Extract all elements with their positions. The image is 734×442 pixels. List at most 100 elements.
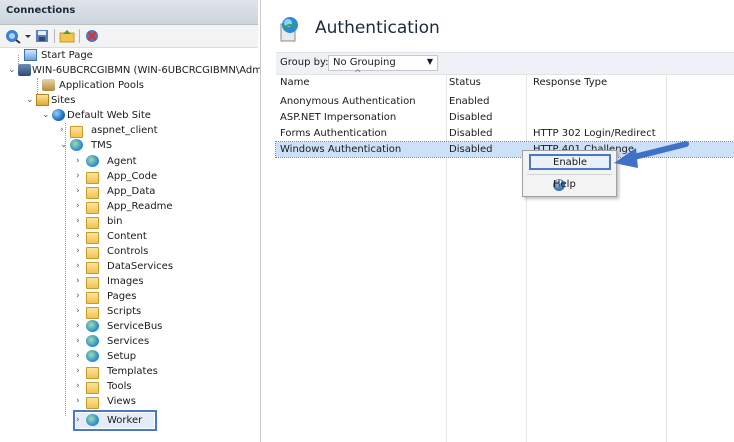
- menu-item-enable[interactable]: Enable: [529, 154, 611, 170]
- tree-item-label: DataServices: [107, 261, 174, 272]
- tree-item-label: Scripts: [107, 306, 142, 317]
- folder-icon: [70, 126, 83, 138]
- application-icon: [86, 320, 99, 332]
- connections-header: Connections: [0, 0, 258, 25]
- tree-item-worker[interactable]: › Worker: [73, 410, 157, 431]
- chevron-right-icon[interactable]: ›: [76, 244, 84, 259]
- chevron-right-icon[interactable]: ›: [76, 413, 84, 428]
- connections-title: Connections: [6, 5, 76, 16]
- folder-icon: [86, 292, 99, 304]
- tree-item-label: App_Data: [107, 186, 156, 197]
- chevron-right-icon[interactable]: ›: [76, 394, 84, 409]
- chevron-right-icon[interactable]: ›: [76, 169, 84, 184]
- row-name: Forms Authentication: [280, 128, 387, 139]
- connect-icon[interactable]: [5, 28, 21, 44]
- chevron-right-icon[interactable]: ›: [76, 184, 84, 199]
- up-folder-icon[interactable]: [59, 28, 75, 44]
- chevron-right-icon[interactable]: ›: [76, 379, 84, 394]
- row-status: Disabled: [449, 112, 493, 123]
- application-icon: [86, 350, 99, 362]
- group-by-label: Group by:: [280, 57, 329, 68]
- tree-item-label: App_Readme: [107, 201, 173, 212]
- tree-item-label: Start Page: [41, 50, 93, 61]
- chevron-right-icon[interactable]: ›: [76, 334, 84, 349]
- tree-item-label: Tools: [107, 381, 132, 392]
- authentication-icon: [277, 16, 301, 42]
- chevron-right-icon[interactable]: ›: [76, 364, 84, 379]
- menu-item-label: Enable: [553, 157, 588, 168]
- column-header-status[interactable]: Status: [449, 77, 481, 88]
- application-icon: [70, 139, 83, 151]
- chevron-down-icon[interactable]: ⌄: [8, 63, 16, 78]
- connect-dropdown-icon[interactable]: [24, 28, 32, 44]
- folder-icon: [86, 187, 99, 199]
- tree-item-label: Views: [107, 396, 136, 407]
- dropdown-arrow-icon: ▼: [426, 57, 433, 66]
- tree-item-label: Pages: [107, 291, 137, 302]
- toolbar-separator: [79, 29, 80, 43]
- tree-item-label: Sites: [51, 95, 76, 106]
- table-row[interactable]: Anonymous Authentication Enabled: [276, 94, 734, 109]
- row-status: Disabled: [449, 144, 493, 155]
- chevron-down-icon[interactable]: ⌄: [42, 108, 50, 123]
- chevron-down-icon[interactable]: ⌄: [60, 138, 68, 153]
- tree-item-label: aspnet_client: [91, 125, 158, 136]
- group-by-select[interactable]: No Grouping ▼: [328, 55, 438, 71]
- tree-item-label: Images: [107, 276, 144, 287]
- save-icon[interactable]: [34, 28, 50, 44]
- tree-item-label: bin: [107, 216, 123, 227]
- row-status: Enabled: [449, 96, 490, 107]
- folder-icon: [86, 382, 99, 394]
- folder-icon: [86, 277, 99, 289]
- tree-item-label: Default Web Site: [67, 110, 151, 121]
- folder-icon: [86, 232, 99, 244]
- column-header-name[interactable]: Name: [280, 77, 310, 88]
- server-icon: [18, 64, 31, 76]
- chevron-right-icon[interactable]: ›: [60, 123, 68, 138]
- feature-pane: Authentication Group by: No Grouping ▼ ^…: [263, 0, 734, 442]
- chevron-right-icon[interactable]: ›: [76, 304, 84, 319]
- sort-indicator-icon: ^: [354, 69, 362, 79]
- start-page-icon: [24, 49, 37, 61]
- chevron-right-icon[interactable]: ›: [76, 199, 84, 214]
- tree-item-label: Agent: [107, 156, 137, 167]
- chevron-right-icon[interactable]: ›: [76, 349, 84, 364]
- tree-item-label: WIN-6UBCRCGIBMN (WIN-6UBCRCGIBMN\Adm: [32, 65, 261, 76]
- authentication-grid: ^ Name Status Response Type Anonymous Au…: [275, 69, 734, 442]
- tree-item-label: Controls: [107, 246, 149, 257]
- tree-item-label: Content: [107, 231, 147, 242]
- group-by-value: No Grouping: [333, 57, 396, 68]
- menu-item-help[interactable]: ? Help: [525, 178, 613, 193]
- table-row[interactable]: ASP.NET Impersonation Disabled: [276, 110, 734, 125]
- app-pools-icon: [42, 79, 55, 91]
- folder-icon: [86, 307, 99, 319]
- chevron-right-icon[interactable]: ›: [76, 229, 84, 244]
- connections-tree: Start Page ⌄ WIN-6UBCRCGIBMN (WIN-6UBCRC…: [0, 48, 261, 442]
- tree-item-label: Templates: [107, 366, 158, 377]
- disconnect-icon[interactable]: [84, 28, 100, 44]
- folder-icon: [86, 202, 99, 214]
- chevron-right-icon[interactable]: ›: [76, 274, 84, 289]
- group-by-bar: Group by: No Grouping ▼: [276, 52, 734, 75]
- connections-toolbar: [0, 25, 258, 48]
- folder-icon: [86, 217, 99, 229]
- row-status: Disabled: [449, 128, 493, 139]
- folder-icon: [86, 367, 99, 379]
- tree-line: [65, 123, 66, 416]
- chevron-right-icon[interactable]: ›: [76, 289, 84, 304]
- globe-icon: [52, 109, 65, 121]
- chevron-right-icon[interactable]: ›: [76, 259, 84, 274]
- chevron-right-icon[interactable]: ›: [76, 214, 84, 229]
- row-name: Windows Authentication: [280, 144, 402, 155]
- application-icon: [86, 335, 99, 347]
- annotation-arrow-icon: [614, 141, 689, 168]
- chevron-right-icon[interactable]: ›: [76, 154, 84, 169]
- column-header-response-type[interactable]: Response Type: [533, 77, 607, 88]
- page-title: Authentication: [315, 18, 440, 38]
- chevron-right-icon[interactable]: ›: [76, 319, 84, 334]
- chevron-down-icon[interactable]: ⌄: [26, 93, 34, 108]
- tree-item-label: Application Pools: [59, 80, 144, 91]
- tree-item-label: Services: [107, 336, 150, 347]
